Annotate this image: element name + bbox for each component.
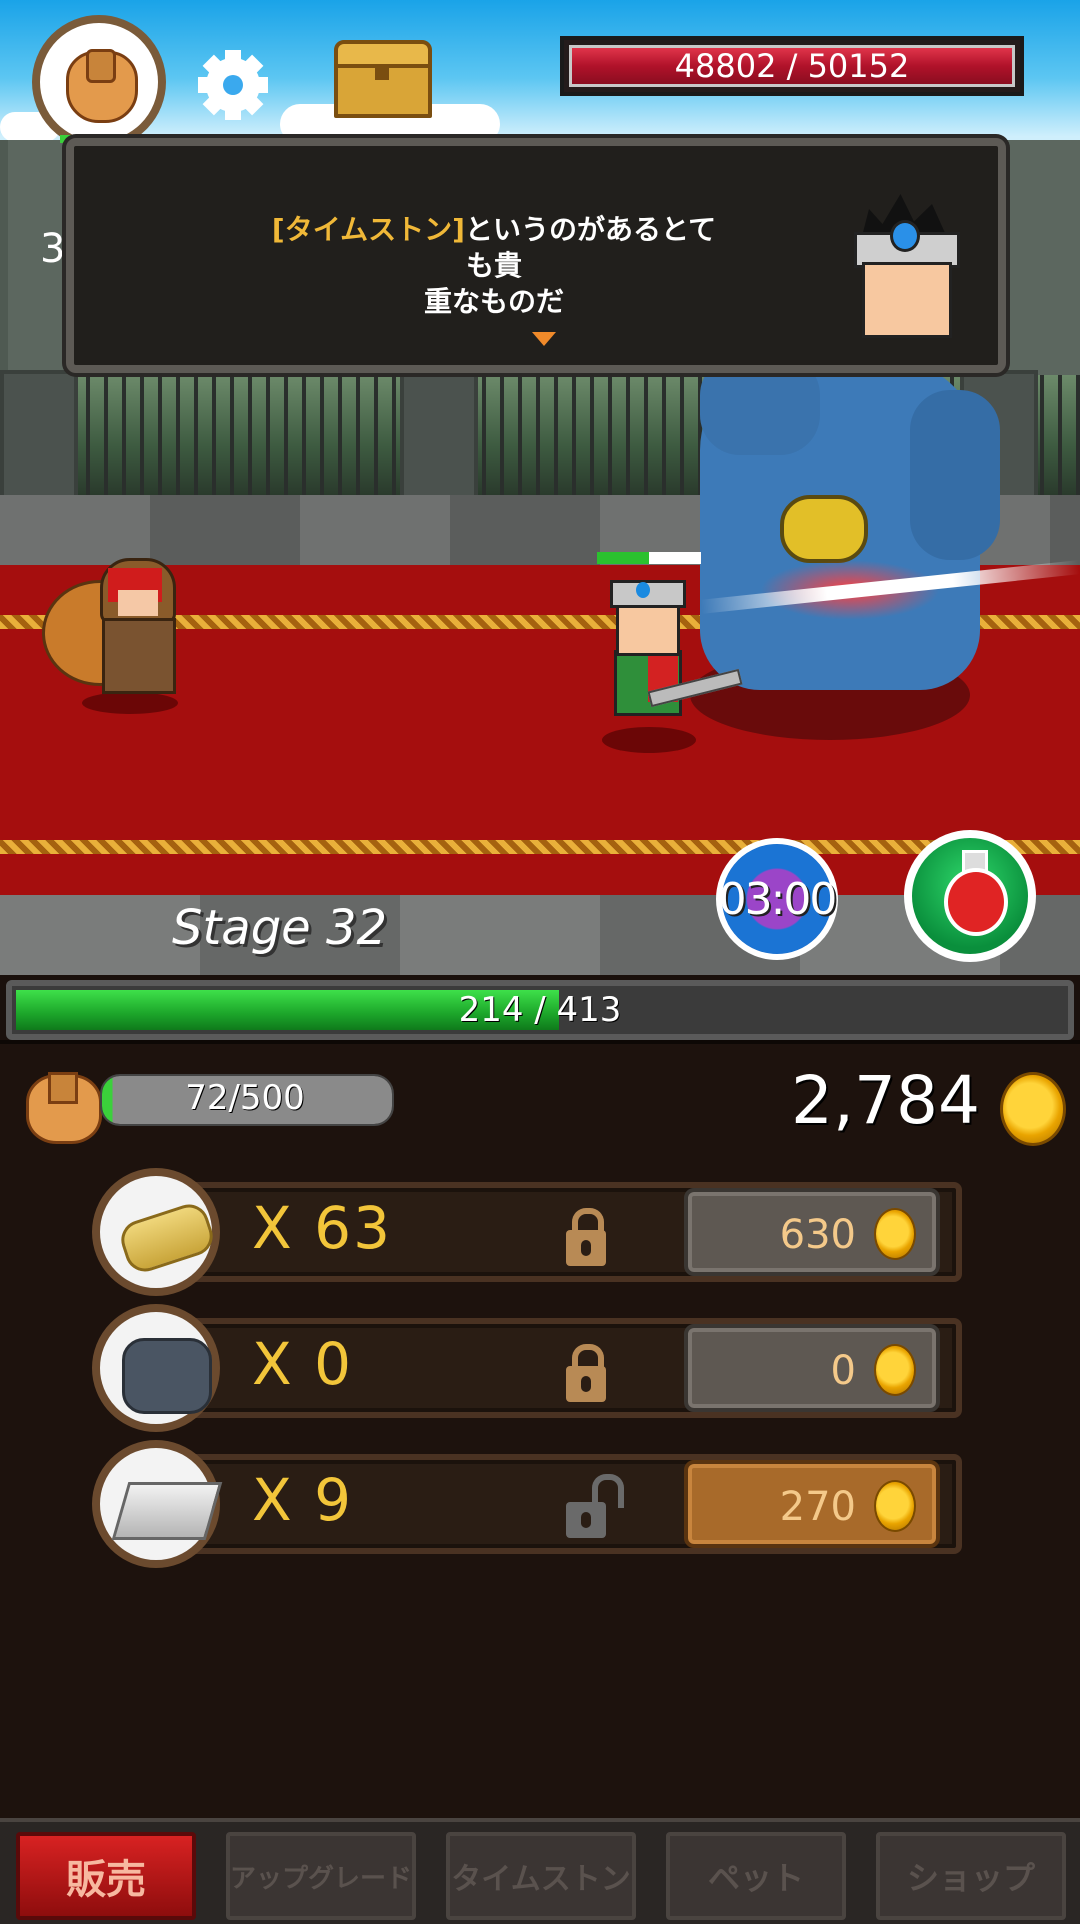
dialog-next-icon[interactable] xyxy=(532,332,556,346)
boss-hp-bar: 48802 / 50152 xyxy=(560,36,1024,96)
settings-button[interactable] xyxy=(198,50,268,120)
lock-icon[interactable] xyxy=(566,1208,610,1268)
merchant-companion xyxy=(42,540,182,700)
speaker-portrait xyxy=(850,194,960,338)
coin-icon xyxy=(874,1344,916,1396)
potion-button[interactable] xyxy=(904,830,1036,962)
treasure-chest-icon xyxy=(375,64,389,80)
unlock-icon[interactable] xyxy=(566,1474,624,1540)
lock-icon[interactable] xyxy=(566,1344,610,1404)
dialog-text: [タイムストン]というのがあるとても貴 重なものだ xyxy=(264,212,724,320)
treasure-chest-button[interactable] xyxy=(334,40,432,118)
tab-pet[interactable]: ペット xyxy=(666,1832,846,1920)
bottom-tab-bar: 販売 アップグレード タイムストン ペット ショップ xyxy=(0,1818,1080,1924)
bag-icon xyxy=(26,1064,102,1144)
sell-value: 630 xyxy=(779,1212,856,1258)
item-count: X 9 xyxy=(252,1466,354,1534)
sell-value: 0 xyxy=(830,1348,856,1394)
item-row-iron: X 9 270 xyxy=(92,1440,962,1568)
bag-button[interactable] xyxy=(32,15,166,149)
item-count: X 63 xyxy=(252,1194,392,1262)
bag-capacity-text: 72/500 xyxy=(185,1078,305,1118)
coin-icon xyxy=(874,1480,916,1532)
log-icon xyxy=(92,1168,220,1296)
sell-button[interactable]: 270 xyxy=(684,1460,940,1548)
dialog-line2: 重なものだ xyxy=(423,285,564,318)
hero-character xyxy=(608,580,743,730)
dialog-box[interactable]: [タイムストン]というのがあるとても貴 重なものだ xyxy=(66,138,1006,373)
player-hp-bar: 214 / 413 xyxy=(6,980,1074,1040)
tab-shop[interactable]: ショップ xyxy=(876,1832,1066,1920)
hero-hp-bar xyxy=(597,552,701,564)
dialog-highlight: [タイムストン] xyxy=(271,213,465,246)
coin-icon xyxy=(874,1208,916,1260)
timestone-skill-button[interactable]: 03:00 xyxy=(716,838,838,960)
coal-icon xyxy=(92,1304,220,1432)
skill-timer-text: 03:00 xyxy=(718,873,838,925)
item-count: X 0 xyxy=(252,1330,354,1398)
iron-ingot-icon xyxy=(92,1440,223,1568)
gold-amount: 2,784 xyxy=(791,1062,980,1139)
player-hp-text: 214 / 413 xyxy=(458,990,622,1030)
item-row-log: X 63 630 xyxy=(92,1168,962,1296)
sell-button[interactable]: 630 xyxy=(684,1188,940,1276)
inventory-panel xyxy=(0,1040,1080,1824)
side-counter: 3 xyxy=(40,226,66,272)
boss-hp-text: 48802 / 50152 xyxy=(569,45,1015,87)
stage-label: Stage 32 xyxy=(172,900,388,956)
tab-timestone[interactable]: タイムストン xyxy=(446,1832,636,1920)
dialog-line1: というのがあるとても貴 xyxy=(464,213,717,282)
tab-upgrade[interactable]: アップグレード xyxy=(226,1832,416,1920)
item-row-coal: X 0 0 xyxy=(92,1304,962,1432)
coin-icon xyxy=(1000,1072,1066,1146)
sell-button[interactable]: 0 xyxy=(684,1324,940,1412)
sell-value: 270 xyxy=(779,1484,856,1530)
tab-sell[interactable]: 販売 xyxy=(16,1832,196,1920)
